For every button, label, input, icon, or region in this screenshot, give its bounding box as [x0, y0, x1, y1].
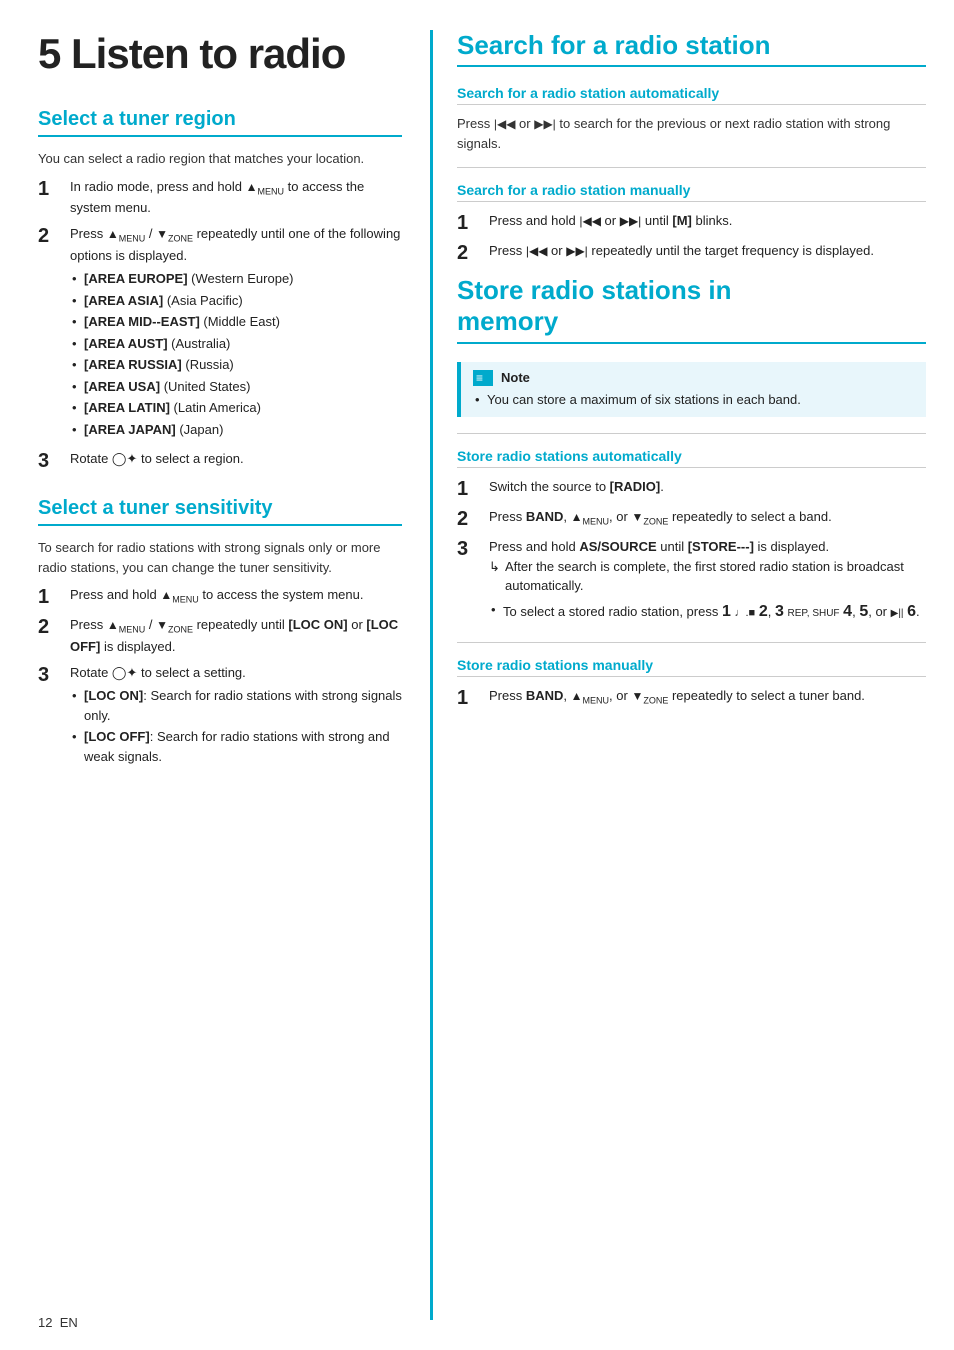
zone-down-icon-3: ▼ZONE: [631, 508, 668, 529]
area-asia: [AREA ASIA] (Asia Pacific): [70, 291, 402, 311]
divider-1: [457, 167, 926, 168]
search-manual-steps: 1 Press and hold |◀◀ or ▶▶| until [M] bl…: [457, 211, 926, 265]
note-list: You can store a maximum of six stations …: [473, 390, 914, 410]
dial-icon: ◯✦: [112, 451, 137, 466]
area-europe: [AREA EUROPE] (Western Europe): [70, 269, 402, 289]
area-usa: [AREA USA] (United States): [70, 377, 402, 397]
menu-up-icon-2: ▲MENU: [107, 616, 145, 637]
page-lang: EN: [60, 1315, 78, 1330]
zone-down-icon: ▼ZONE: [156, 225, 193, 246]
area-mideast: [AREA MID--EAST] (Middle East): [70, 312, 402, 332]
page-number: 12: [38, 1315, 52, 1330]
tuner-sensitivity-section: Select a tuner sensitivity To search for…: [38, 497, 402, 770]
search-manual-step-2: 2 Press |◀◀ or ▶▶| repeatedly until the …: [457, 241, 926, 265]
right-column: Search for a radio station Search for a …: [430, 30, 954, 1320]
prev-icon-2: |◀◀: [579, 212, 601, 230]
note-header: Note: [473, 370, 914, 386]
chapter-title: 5 Listen to radio: [38, 30, 402, 78]
next-icon-3: ▶▶|: [566, 242, 588, 260]
store-auto-arrow: After the search is complete, the first …: [489, 557, 926, 596]
next-icon-2: ▶▶|: [620, 212, 642, 230]
sens-step-1: 1 Press and hold ▲MENU to access the sys…: [38, 585, 402, 609]
search-auto-title: Search for a radio station automatically: [457, 85, 926, 105]
search-auto-block: Search for a radio station automatically…: [457, 85, 926, 153]
tuner-sensitivity-intro: To search for radio stations with strong…: [38, 538, 402, 577]
dial-icon-2: ◯✦: [112, 665, 137, 680]
store-auto-step-2: 2 Press BAND, ▲MENU, or ▼ZONE repeatedly…: [457, 507, 926, 531]
store-auto-step-1: 1 Switch the source to [RADIO].: [457, 477, 926, 501]
menu-icon-2: ▲MENU: [160, 586, 198, 607]
area-options: [AREA EUROPE] (Western Europe) [AREA ASI…: [70, 269, 402, 439]
store-manual-step-1: 1 Press BAND, ▲MENU, or ▼ZONE repeatedly…: [457, 686, 926, 710]
store-auto-select: To select a stored radio station, press …: [489, 600, 926, 624]
loc-on: [LOC ON]: Search for radio stations with…: [70, 686, 402, 725]
chapter-title-text: Listen to radio: [71, 30, 345, 77]
store-memory-title: Store radio stations inmemory: [457, 275, 926, 343]
note-item-1: You can store a maximum of six stations …: [473, 390, 914, 410]
area-aust: [AREA AUST] (Australia): [70, 334, 402, 354]
sens-step-3: 3 Rotate ◯✦ to select a setting. [LOC ON…: [38, 663, 402, 771]
search-manual-block: Search for a radio station manually 1 Pr…: [457, 182, 926, 265]
store-manual-title: Store radio stations manually: [457, 657, 926, 677]
search-auto-text: Press |◀◀ or ▶▶| to search for the previ…: [457, 114, 926, 153]
area-japan: [AREA JAPAN] (Japan): [70, 420, 402, 440]
search-manual-title: Search for a radio station manually: [457, 182, 926, 202]
store-manual-block: Store radio stations manually 1 Press BA…: [457, 657, 926, 710]
next-icon: ▶▶|: [534, 115, 556, 133]
store-auto-steps: 1 Switch the source to [RADIO]. 2 Press …: [457, 477, 926, 628]
menu-icon: ▲MENU: [246, 178, 284, 199]
store-auto-title: Store radio stations automatically: [457, 448, 926, 468]
note-box: Note You can store a maximum of six stat…: [457, 362, 926, 418]
chapter-number: 5: [38, 30, 60, 77]
store-auto-step-3: 3 Press and hold AS/SOURCE until [STORE-…: [457, 537, 926, 628]
store-memory-section: Store radio stations inmemory Note You c…: [457, 275, 926, 709]
zone-down-icon-4: ▼ZONE: [631, 687, 668, 708]
tuner-region-section: Select a tuner region You can select a r…: [38, 108, 402, 473]
store-auto-block: Store radio stations automatically 1 Swi…: [457, 448, 926, 628]
menu-up-icon-4: ▲MENU: [571, 687, 609, 708]
tuner-region-steps: 1 In radio mode, press and hold ▲MENU to…: [38, 177, 402, 474]
left-column: 5 Listen to radio Select a tuner region …: [0, 30, 430, 1320]
area-russia: [AREA RUSSIA] (Russia): [70, 355, 402, 375]
tuner-sensitivity-steps: 1 Press and hold ▲MENU to access the sys…: [38, 585, 402, 770]
menu-up-icon: ▲MENU: [107, 225, 145, 246]
page-footer: 12 EN: [38, 1315, 78, 1330]
tuner-region-title: Select a tuner region: [38, 108, 402, 137]
step-3: 3 Rotate ◯✦ to select a region.: [38, 449, 402, 473]
note-icon: [473, 370, 493, 386]
loc-off: [LOC OFF]: Search for radio stations wit…: [70, 727, 402, 766]
step-2: 2 Press ▲MENU / ▼ZONE repeatedly until o…: [38, 224, 402, 443]
note-label: Note: [501, 370, 530, 385]
prev-icon: |◀◀: [494, 115, 516, 133]
step-1: 1 In radio mode, press and hold ▲MENU to…: [38, 177, 402, 218]
prev-icon-3: |◀◀: [526, 242, 548, 260]
tuner-region-intro: You can select a radio region that match…: [38, 149, 402, 169]
tuner-sensitivity-title: Select a tuner sensitivity: [38, 497, 402, 526]
sens-step-2: 2 Press ▲MENU / ▼ZONE repeatedly until […: [38, 615, 402, 656]
search-manual-step-1: 1 Press and hold |◀◀ or ▶▶| until [M] bl…: [457, 211, 926, 235]
menu-up-icon-3: ▲MENU: [571, 508, 609, 529]
search-section-title: Search for a radio station: [457, 30, 926, 67]
divider-3: [457, 642, 926, 643]
loc-options: [LOC ON]: Search for radio stations with…: [70, 686, 402, 766]
zone-down-icon-2: ▼ZONE: [156, 616, 193, 637]
divider-2: [457, 433, 926, 434]
store-manual-steps: 1 Press BAND, ▲MENU, or ▼ZONE repeatedly…: [457, 686, 926, 710]
search-section: Search for a radio station Search for a …: [457, 30, 926, 265]
store-auto-bullets: To select a stored radio station, press …: [489, 600, 926, 624]
area-latin: [AREA LATIN] (Latin America): [70, 398, 402, 418]
